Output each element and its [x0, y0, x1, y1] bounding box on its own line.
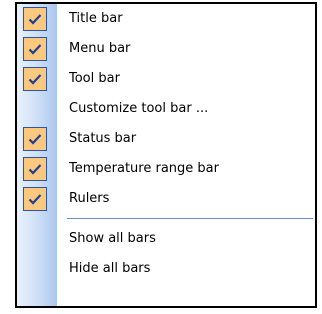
menu-item-hide-all-bars[interactable]: Hide all bars: [17, 254, 315, 284]
menu-item-tool-bar[interactable]: Tool bar: [17, 64, 315, 94]
checkmark-icon: [23, 187, 47, 211]
view-bars-context-menu: Title bar Menu bar Tool bar Customize to…: [15, 2, 317, 308]
menu-item-status-bar[interactable]: Status bar: [17, 124, 315, 154]
menu-separator-row: [17, 214, 315, 224]
menu-item-label: Rulers: [69, 191, 110, 206]
menu-item-show-all-bars[interactable]: Show all bars: [17, 224, 315, 254]
checkmark-icon: [23, 127, 47, 151]
menu-item-label: Customize tool bar ...: [69, 101, 209, 116]
checkmark-icon: [23, 157, 47, 181]
menu-item-rulers[interactable]: Rulers: [17, 184, 315, 214]
checkmark-icon: [23, 67, 47, 91]
menu-item-label: Hide all bars: [69, 261, 151, 276]
menu-item-label: Status bar: [69, 131, 137, 146]
checkmark-icon: [23, 37, 47, 61]
menu-separator: [67, 218, 313, 219]
menu-item-label: Temperature range bar: [69, 161, 219, 176]
menu-item-title-bar[interactable]: Title bar: [17, 4, 315, 34]
menu-item-label: Show all bars: [69, 231, 156, 246]
menu-item-temperature-range-bar[interactable]: Temperature range bar: [17, 154, 315, 184]
menu-item-menu-bar[interactable]: Menu bar: [17, 34, 315, 64]
menu-item-label: Title bar: [69, 11, 123, 26]
menu-item-label: Menu bar: [69, 41, 131, 56]
menu-item-customize-tool-bar[interactable]: Customize tool bar ...: [17, 94, 315, 124]
checkmark-icon: [23, 7, 47, 31]
menu-item-label: Tool bar: [69, 71, 120, 86]
menu-items: Title bar Menu bar Tool bar Customize to…: [17, 4, 315, 284]
